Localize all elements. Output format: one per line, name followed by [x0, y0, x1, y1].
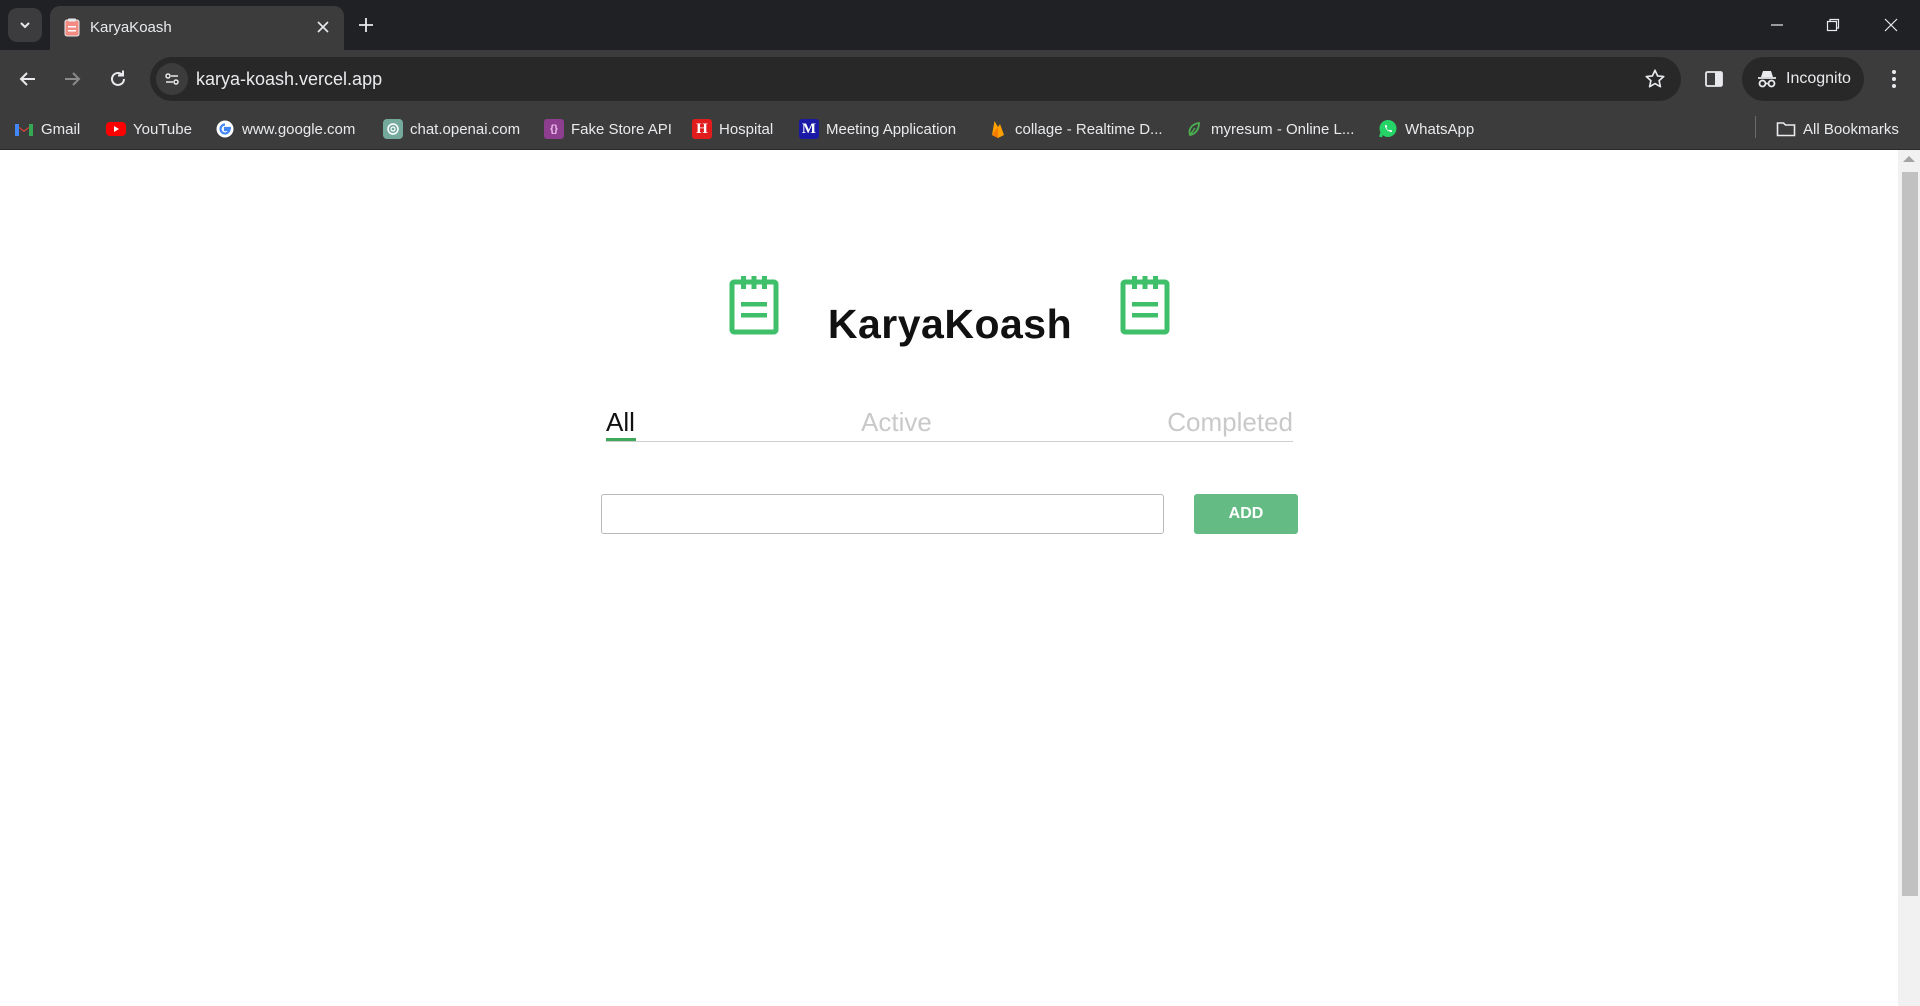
bookmark-label: chat.openai.com	[410, 120, 521, 138]
youtube-icon	[106, 119, 126, 139]
bookmark-gmail[interactable]: Gmail	[14, 116, 80, 142]
tab-active-label: Active	[861, 407, 932, 437]
app-title: KaryaKoash	[827, 301, 1073, 347]
bookmark-label: Hospital	[719, 120, 774, 138]
bookmark-label: Gmail	[41, 120, 81, 138]
bookmark-youtube[interactable]: YouTube	[106, 116, 192, 142]
bookmark-google[interactable]: www.google.com	[215, 116, 355, 142]
bookmark-label: www.google.com	[242, 120, 356, 138]
bookmark-label: YouTube	[133, 120, 192, 138]
arrow-left-icon	[19, 72, 35, 86]
plus-icon	[359, 18, 373, 32]
bookmark-star-button[interactable]	[1643, 67, 1667, 91]
tab-title: KaryaKoash	[90, 19, 172, 36]
active-tab-indicator	[606, 438, 636, 441]
tab-active[interactable]: KaryaKoash	[50, 6, 344, 50]
gmail-icon	[14, 119, 34, 139]
bookmark-myresum[interactable]: myresum - Online L...	[1184, 116, 1354, 142]
bookmark-whatsapp[interactable]: WhatsApp	[1378, 116, 1474, 142]
chevron-down-icon	[20, 22, 30, 29]
side-panel-button[interactable]	[1700, 65, 1728, 93]
scroll-up-arrow-icon[interactable]	[1903, 156, 1915, 162]
url-text[interactable]: karya-koash.vercel.app	[196, 69, 382, 90]
add-button[interactable]: ADD	[1194, 494, 1298, 534]
browser-window: KaryaKoash karya-koash.vercel.app Incogn…	[0, 0, 1920, 1006]
close-icon	[317, 21, 329, 33]
bookmark-fake-store[interactable]: {} Fake Store API	[544, 116, 672, 142]
tab-strip: KaryaKoash	[0, 0, 1920, 50]
tune-icon	[165, 73, 179, 85]
arrow-right-icon	[65, 72, 81, 86]
bookmark-label: collage - Realtime D...	[1015, 120, 1163, 138]
address-bar[interactable]: karya-koash.vercel.app	[150, 57, 1681, 101]
minimize-icon	[1771, 24, 1783, 26]
incognito-label: Incognito	[1786, 70, 1851, 87]
tab-search-button[interactable]	[8, 8, 42, 42]
bookmarks-separator	[1755, 116, 1756, 138]
minimize-button[interactable]	[1762, 10, 1792, 40]
tab-active[interactable]: Active	[861, 407, 932, 438]
forward-button[interactable]	[58, 65, 86, 93]
hospital-icon: H	[692, 119, 712, 139]
incognito-profile-button[interactable]: Incognito	[1742, 57, 1864, 101]
browser-toolbar: karya-koash.vercel.app Incognito	[0, 50, 1920, 108]
tab-close-button[interactable]	[314, 18, 332, 36]
whatsapp-icon	[1378, 119, 1398, 139]
task-input[interactable]	[601, 494, 1164, 534]
google-icon	[215, 119, 235, 139]
reload-icon	[111, 70, 125, 86]
bookmark-meeting[interactable]: M Meeting Application	[799, 116, 956, 142]
bookmark-collage[interactable]: collage - Realtime D...	[988, 116, 1163, 142]
fake-store-icon: {}	[544, 119, 564, 139]
all-bookmarks-button[interactable]: All Bookmarks	[1776, 116, 1899, 142]
all-bookmarks-label: All Bookmarks	[1803, 120, 1899, 138]
restore-icon	[1826, 18, 1840, 32]
openai-icon	[383, 119, 403, 139]
bookmarks-bar: Gmail YouTube www.google.com chat.openai…	[0, 108, 1920, 150]
star-icon	[1645, 69, 1665, 88]
close-window-button[interactable]	[1876, 10, 1906, 40]
firebase-icon	[988, 119, 1008, 139]
bookmark-hospital[interactable]: H Hospital	[692, 116, 773, 142]
more-vertical-icon	[1892, 70, 1896, 88]
close-icon	[1884, 18, 1898, 32]
site-info-button[interactable]	[156, 63, 188, 95]
clipboard-icon	[1120, 276, 1170, 335]
restore-button[interactable]	[1818, 10, 1848, 40]
tab-all-label: All	[606, 407, 635, 437]
bookmark-label: myresum - Online L...	[1211, 120, 1355, 138]
folder-icon	[1776, 119, 1796, 139]
scrollbar[interactable]	[1898, 150, 1920, 1006]
tab-all[interactable]: All	[606, 407, 636, 441]
bookmark-label: Fake Store API	[571, 120, 672, 138]
tab-completed-label: Completed	[1167, 407, 1293, 437]
scrollbar-thumb[interactable]	[1902, 172, 1918, 896]
bookmark-label: Meeting Application	[826, 120, 957, 138]
meeting-icon: M	[799, 119, 819, 139]
new-tab-button[interactable]	[354, 13, 378, 37]
back-button[interactable]	[14, 65, 42, 93]
page-content: KaryaKoash All Active Completed ADD	[0, 150, 1920, 1006]
filter-tabs: All Active Completed	[606, 407, 1293, 442]
bookmark-openai[interactable]: chat.openai.com	[383, 116, 520, 142]
browser-menu-button[interactable]	[1880, 65, 1908, 93]
incognito-icon	[1756, 68, 1778, 90]
side-panel-icon	[1705, 71, 1723, 87]
reload-button[interactable]	[104, 65, 132, 93]
bookmark-label: WhatsApp	[1405, 120, 1475, 138]
leaf-icon	[1184, 119, 1204, 139]
tab-completed[interactable]: Completed	[1167, 407, 1293, 438]
clipboard-favicon-icon	[64, 18, 80, 37]
